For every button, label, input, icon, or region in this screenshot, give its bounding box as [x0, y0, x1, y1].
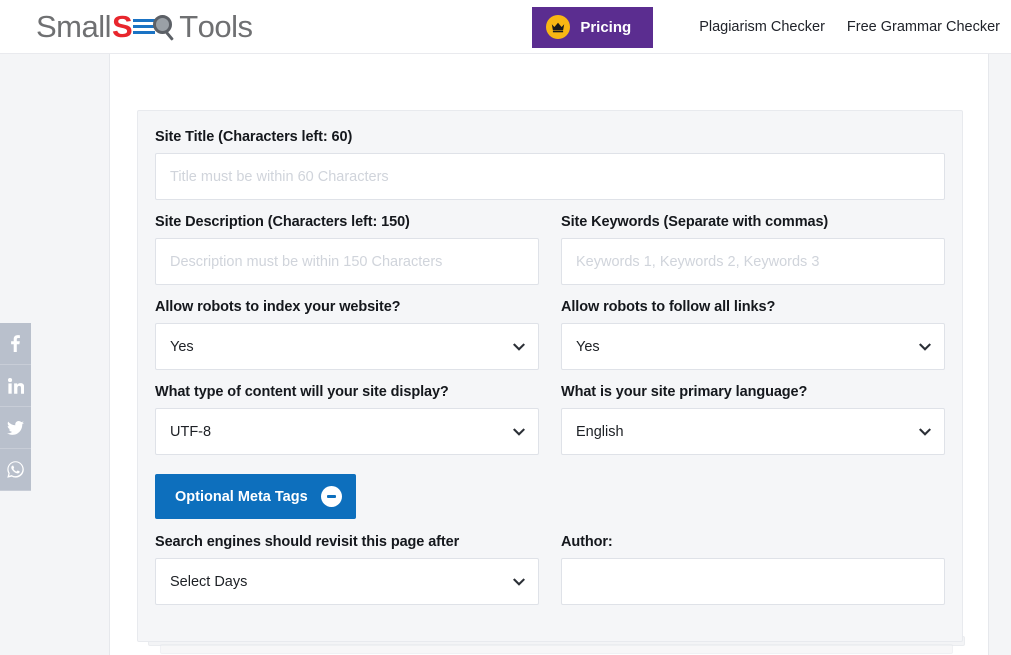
content-type-label: What type of content will your site disp…	[155, 384, 539, 400]
allow-index-select[interactable]: Yes	[155, 323, 539, 370]
share-whatsapp-button[interactable]	[0, 449, 31, 491]
author-label: Author:	[561, 534, 945, 550]
chevron-down-icon	[513, 426, 525, 438]
share-facebook-button[interactable]	[0, 323, 31, 365]
meta-tag-generator-form: Site Title (Characters left: 60) Site De…	[137, 110, 963, 642]
chevron-down-icon	[513, 576, 525, 588]
right-gutter	[988, 54, 1011, 655]
revisit-after-label: Search engines should revisit this page …	[155, 534, 539, 550]
allow-follow-value: Yes	[576, 339, 600, 355]
field-author: Author:	[561, 534, 945, 605]
logo-text-small: Small	[36, 9, 111, 45]
optional-meta-tags-label: Optional Meta Tags	[175, 489, 308, 505]
optional-meta-tags-toggle[interactable]: Optional Meta Tags	[155, 474, 356, 519]
twitter-icon	[7, 421, 24, 435]
logo-text-ools: ools	[198, 9, 253, 45]
chevron-down-icon	[513, 341, 525, 353]
crown-icon	[546, 15, 570, 39]
field-site-keywords: Site Keywords (Separate with commas)	[561, 214, 945, 285]
field-primary-language: What is your site primary language? Engl…	[561, 384, 945, 455]
field-revisit-after: Search engines should revisit this page …	[155, 534, 539, 605]
pricing-button[interactable]: Pricing	[532, 7, 653, 48]
site-title-input[interactable]	[155, 153, 945, 200]
card-stack-layer-2	[160, 644, 953, 654]
allow-follow-label: Allow robots to follow all links?	[561, 299, 945, 315]
allow-index-label: Allow robots to index your website?	[155, 299, 539, 315]
logo-text-t: T	[179, 9, 197, 45]
field-content-type: What type of content will your site disp…	[155, 384, 539, 455]
site-description-label: Site Description (Characters left: 150)	[155, 214, 539, 230]
header-nav: Pricing Plagiarism Checker Free Grammar …	[532, 0, 1000, 54]
content-type-value: UTF-8	[170, 424, 211, 440]
site-header: SmallS Tools Pricing Plagiarism Checker F…	[0, 0, 1011, 54]
site-logo[interactable]: SmallS Tools	[36, 6, 253, 48]
whatsapp-icon	[7, 461, 24, 478]
primary-language-label: What is your site primary language?	[561, 384, 945, 400]
facebook-icon	[11, 335, 20, 352]
share-twitter-button[interactable]	[0, 407, 31, 449]
primary-language-value: English	[576, 424, 624, 440]
logo-text-s: S	[112, 9, 132, 45]
field-site-title: Site Title (Characters left: 60)	[155, 129, 945, 200]
primary-language-select[interactable]: English	[561, 408, 945, 455]
site-keywords-label: Site Keywords (Separate with commas)	[561, 214, 945, 230]
page-root: SmallS Tools Pricing Plagiarism Checker F…	[0, 0, 1011, 655]
nav-link-free-grammar-checker[interactable]: Free Grammar Checker	[847, 19, 1000, 35]
chevron-down-icon	[919, 426, 931, 438]
nav-link-plagiarism-checker[interactable]: Plagiarism Checker	[699, 19, 825, 35]
logo-e-bars-icon	[133, 16, 155, 38]
chevron-down-icon	[919, 341, 931, 353]
share-linkedin-button[interactable]	[0, 365, 31, 407]
site-title-label: Site Title (Characters left: 60)	[155, 129, 945, 145]
author-input[interactable]	[561, 558, 945, 605]
content-type-select[interactable]: UTF-8	[155, 408, 539, 455]
field-allow-follow: Allow robots to follow all links? Yes	[561, 299, 945, 370]
social-share-rail	[0, 323, 31, 491]
revisit-after-select[interactable]: Select Days	[155, 558, 539, 605]
site-description-input[interactable]	[155, 238, 539, 285]
revisit-after-value: Select Days	[170, 574, 247, 590]
linkedin-icon	[8, 378, 24, 394]
allow-follow-select[interactable]: Yes	[561, 323, 945, 370]
field-allow-index: Allow robots to index your website? Yes	[155, 299, 539, 370]
allow-index-value: Yes	[170, 339, 194, 355]
magnifier-icon	[153, 14, 179, 41]
field-site-description: Site Description (Characters left: 150)	[155, 214, 539, 285]
site-keywords-input[interactable]	[561, 238, 945, 285]
pricing-button-label: Pricing	[580, 19, 631, 36]
minus-circle-icon	[321, 486, 342, 507]
